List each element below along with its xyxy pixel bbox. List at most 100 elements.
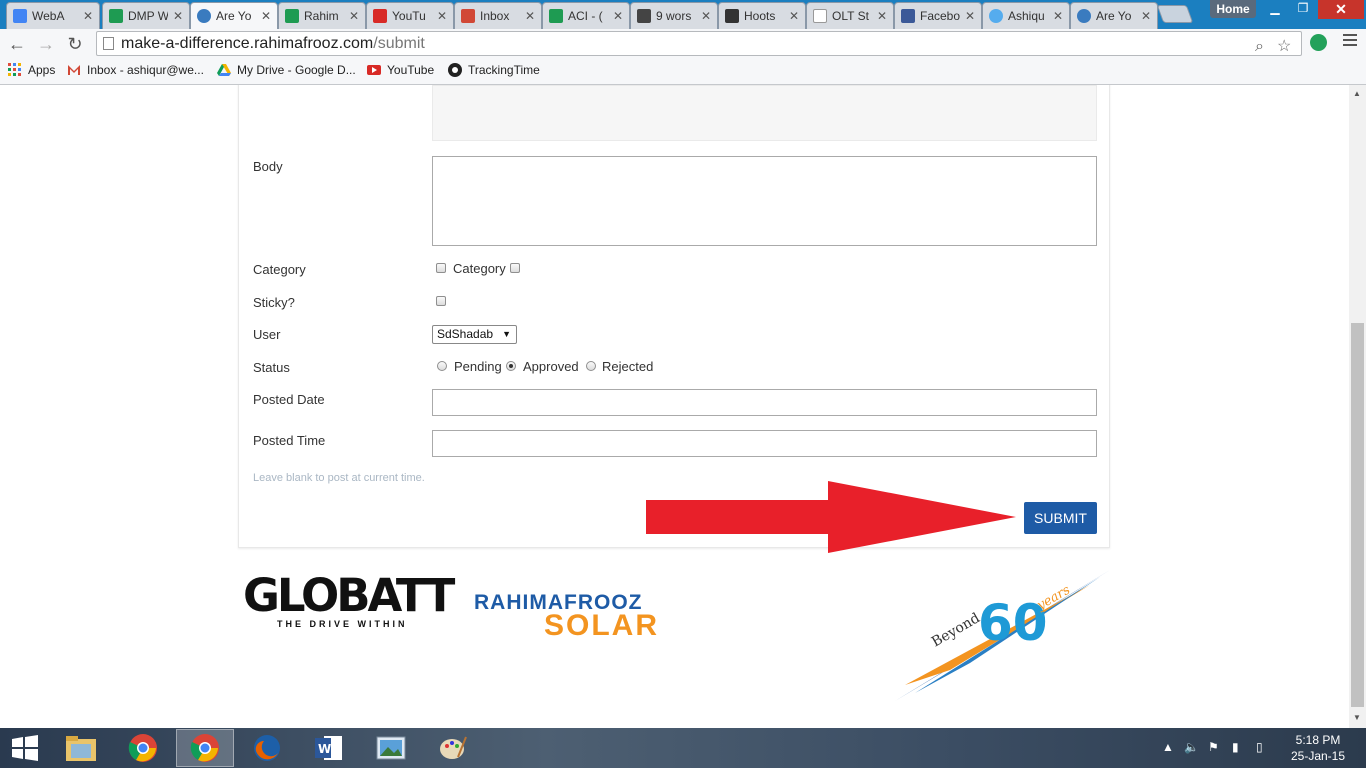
browser-tab[interactable]: WebA ✕ (6, 2, 100, 29)
close-icon[interactable]: ✕ (701, 9, 711, 23)
apps-grid-icon (8, 63, 21, 76)
page-icon (103, 37, 114, 50)
browser-toolbar: ← → ↻ make-a-difference.rahimafrooz.com/… (0, 29, 1366, 59)
bookmark-drive[interactable]: My Drive - Google D... (217, 63, 356, 77)
new-tab-button[interactable] (1156, 5, 1194, 23)
posted-time-label: Posted Time (253, 433, 326, 448)
page-scrollbar[interactable]: ▲ ▼ (1349, 85, 1366, 728)
bookmark-inbox[interactable]: Inbox - ashiqur@we... (67, 63, 204, 77)
taskbar-chrome-active[interactable] (176, 729, 234, 767)
bookmark-label: My Drive - Google D... (237, 63, 356, 77)
category-checkbox[interactable] (436, 263, 446, 273)
close-icon[interactable]: ✕ (877, 9, 887, 23)
taskbar-firefox[interactable] (238, 729, 296, 767)
submit-button[interactable]: SUBMIT (1024, 502, 1097, 534)
beyond-60-years-logo: Beyond 60 years (895, 570, 1110, 701)
close-icon[interactable]: ✕ (349, 9, 359, 23)
network-signal-icon[interactable]: ▮ (1232, 740, 1239, 754)
close-icon[interactable]: ✕ (437, 9, 447, 23)
taskbar-chrome[interactable] (114, 729, 172, 767)
dropdown-arrow-icon: ▼ (502, 329, 511, 339)
close-window-icon[interactable]: ✕ (1318, 0, 1364, 19)
bookmark-label: YouTube (387, 63, 435, 77)
taskbar-paint[interactable] (424, 729, 482, 767)
page-icon (813, 9, 827, 23)
minimize-icon[interactable]: ▁ (1262, 0, 1288, 18)
action-center-flag-icon[interactable]: ⚑ (1208, 740, 1219, 754)
browser-tab[interactable]: ACI - ( ✕ (542, 2, 630, 29)
browser-tab[interactable]: Rahim ✕ (278, 2, 366, 29)
close-icon[interactable]: ✕ (1053, 9, 1063, 23)
tab-title: Facebo (920, 9, 960, 23)
close-icon[interactable]: ✕ (261, 9, 271, 23)
start-button[interactable] (0, 729, 50, 767)
scroll-up-icon[interactable]: ▲ (1353, 89, 1361, 98)
address-bar[interactable]: make-a-difference.rahimafrooz.com/submit… (96, 31, 1302, 56)
browser-tab[interactable]: OLT St ✕ (806, 2, 894, 29)
posted-date-input[interactable] (432, 389, 1097, 416)
red-arrow-annotation (646, 481, 1016, 553)
chrome-icon (128, 734, 157, 762)
close-icon[interactable]: ✕ (1141, 9, 1151, 23)
forward-icon[interactable]: → (35, 33, 57, 55)
taskbar-photos[interactable] (362, 729, 420, 767)
show-hidden-icons[interactable]: ▲ (1162, 740, 1174, 754)
sheets-icon (109, 9, 123, 23)
browser-tab[interactable]: DMP W ✕ (102, 2, 190, 29)
close-icon[interactable]: ✕ (525, 9, 535, 23)
browser-tab[interactable]: Ashiqu ✕ (982, 2, 1070, 29)
url-path: /submit (373, 35, 425, 52)
browser-tab-strip: WebA ✕ DMP W ✕ Are Yo ✕ Rahim ✕ YouTu ✕ … (0, 0, 1366, 29)
close-icon[interactable]: ✕ (173, 9, 183, 23)
close-icon[interactable]: ✕ (789, 9, 799, 23)
page-viewport: Body Category Category Sticky? User SdSh… (0, 85, 1349, 728)
bookmark-apps[interactable]: Apps (8, 63, 55, 77)
word-icon: W (315, 736, 342, 760)
extension-icon[interactable] (1310, 34, 1327, 51)
menu-icon[interactable] (1343, 34, 1357, 50)
bookmark-trackingtime[interactable]: TrackingTime (448, 63, 540, 77)
scrollbar-thumb[interactable] (1351, 323, 1364, 707)
volume-icon[interactable]: 🔈 (1184, 740, 1199, 754)
back-icon[interactable]: ← (6, 33, 28, 55)
star-icon[interactable]: ☆ (1277, 35, 1291, 58)
bookmark-youtube[interactable]: YouTube (367, 63, 434, 77)
bookmark-label: Apps (28, 63, 56, 77)
browser-tab[interactable]: YouTu ✕ (366, 2, 454, 29)
browser-tab[interactable]: Facebo ✕ (894, 2, 982, 29)
beyond-text: Beyond (929, 610, 983, 650)
browser-tab[interactable]: Hoots ✕ (718, 2, 806, 29)
home-button[interactable]: Home (1210, 0, 1256, 18)
tab-title: Hoots (744, 9, 776, 23)
browser-tab[interactable]: 9 wors ✕ (630, 2, 718, 29)
posted-time-input[interactable] (432, 430, 1097, 457)
restore-icon[interactable]: ❐ (1290, 0, 1316, 18)
status-radio-approved[interactable] (506, 361, 516, 371)
browser-tab-active[interactable]: Are Yo ✕ (190, 2, 278, 29)
browser-tab[interactable]: Are Yo ✕ (1070, 2, 1158, 29)
reload-icon[interactable]: ↻ (64, 33, 86, 55)
user-select[interactable]: SdShadab ▼ (432, 325, 517, 344)
globatt-logo: GLOBATT THE DRIVE WITHIN (243, 573, 455, 643)
taskbar-word[interactable]: W (300, 729, 358, 767)
tab-title: ACI - ( (568, 9, 603, 23)
status-option-label: Approved (523, 359, 579, 374)
close-icon[interactable]: ✕ (965, 9, 975, 23)
gmail-icon (68, 65, 80, 75)
battery-icon[interactable]: ▯ (1256, 740, 1263, 754)
system-clock[interactable]: 5:18 PM 25-Jan-15 (1288, 732, 1348, 764)
taskbar-file-explorer[interactable] (52, 729, 110, 767)
scroll-down-icon[interactable]: ▼ (1353, 713, 1361, 722)
status-radio-rejected[interactable] (586, 361, 596, 371)
s-logo-icon (637, 9, 651, 23)
body-textarea[interactable] (432, 156, 1097, 246)
status-radio-pending[interactable] (437, 361, 447, 371)
sticky-checkbox[interactable] (436, 296, 446, 306)
search-icon[interactable]: ⌕ (1255, 35, 1264, 58)
close-icon[interactable]: ✕ (83, 9, 93, 23)
tab-title: Rahim (304, 9, 339, 23)
browser-tab[interactable]: Inbox ✕ (454, 2, 542, 29)
sheets-icon (285, 9, 299, 23)
close-icon[interactable]: ✕ (613, 9, 623, 23)
category-checkbox[interactable] (510, 263, 520, 273)
